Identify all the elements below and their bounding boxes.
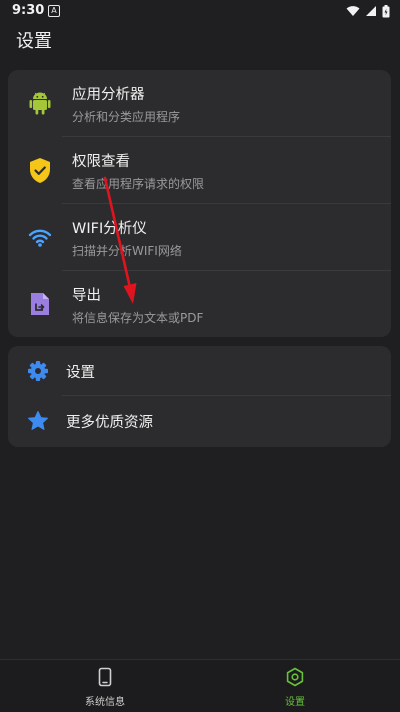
status-bar: 9:30 A bbox=[0, 0, 400, 22]
screen: 9:30 A 设置 应用分析器 分析和分类应用程序 权限查看 查看应用程序请求的… bbox=[0, 0, 400, 712]
general-card: 设置 更多优质资源 bbox=[8, 346, 391, 447]
bottom-nav: 系统信息 设置 bbox=[0, 659, 400, 712]
menu-item-title: WIFI分析仪 bbox=[72, 221, 147, 237]
menu-item-title: 应用分析器 bbox=[72, 87, 145, 103]
status-time: 9:30 bbox=[12, 3, 45, 18]
nav-label: 设置 bbox=[285, 697, 305, 708]
nav-tab-settings[interactable]: 设置 bbox=[195, 660, 395, 712]
menu-item-title: 导出 bbox=[72, 288, 101, 304]
battery-icon bbox=[382, 4, 390, 17]
phone-icon bbox=[98, 667, 112, 687]
menu-item-permissions[interactable]: 权限查看 查看应用程序请求的权限 bbox=[8, 137, 391, 204]
menu-item-subtitle: 分析和分类应用程序 bbox=[72, 110, 181, 124]
wifi-signal-icon bbox=[346, 6, 360, 16]
nav-label: 系统信息 bbox=[85, 697, 125, 708]
menu-item-settings[interactable]: 设置 bbox=[8, 346, 391, 396]
page-title: 设置 bbox=[16, 31, 52, 52]
shield-check-icon bbox=[26, 156, 54, 184]
notification-icon: A bbox=[48, 5, 60, 17]
tools-card: 应用分析器 分析和分类应用程序 权限查看 查看应用程序请求的权限 WIFI分析仪… bbox=[8, 70, 391, 337]
status-icons bbox=[346, 4, 390, 18]
gear-icon bbox=[24, 357, 52, 385]
hexagon-gear-icon bbox=[286, 667, 304, 687]
export-file-icon bbox=[26, 290, 54, 318]
menu-item-title: 设置 bbox=[66, 365, 95, 381]
menu-item-app-analyzer[interactable]: 应用分析器 分析和分类应用程序 bbox=[8, 70, 391, 137]
menu-item-subtitle: 扫描并分析WIFI网络 bbox=[72, 244, 182, 258]
wifi-icon bbox=[26, 223, 54, 251]
menu-item-wifi-analyzer[interactable]: WIFI分析仪 扫描并分析WIFI网络 bbox=[8, 204, 391, 271]
android-icon bbox=[26, 89, 54, 117]
menu-item-title: 更多优质资源 bbox=[66, 415, 153, 431]
cell-signal-icon bbox=[366, 6, 376, 16]
menu-item-more-resources[interactable]: 更多优质资源 bbox=[8, 396, 391, 447]
star-icon bbox=[24, 407, 52, 435]
menu-item-export[interactable]: 导出 将信息保存为文本或PDF bbox=[8, 271, 391, 337]
nav-tab-system-info[interactable]: 系统信息 bbox=[5, 660, 205, 712]
menu-item-title: 权限查看 bbox=[72, 154, 130, 170]
menu-item-subtitle: 查看应用程序请求的权限 bbox=[72, 177, 205, 191]
top-bar: 设置 bbox=[0, 22, 400, 62]
menu-item-subtitle: 将信息保存为文本或PDF bbox=[72, 311, 204, 325]
